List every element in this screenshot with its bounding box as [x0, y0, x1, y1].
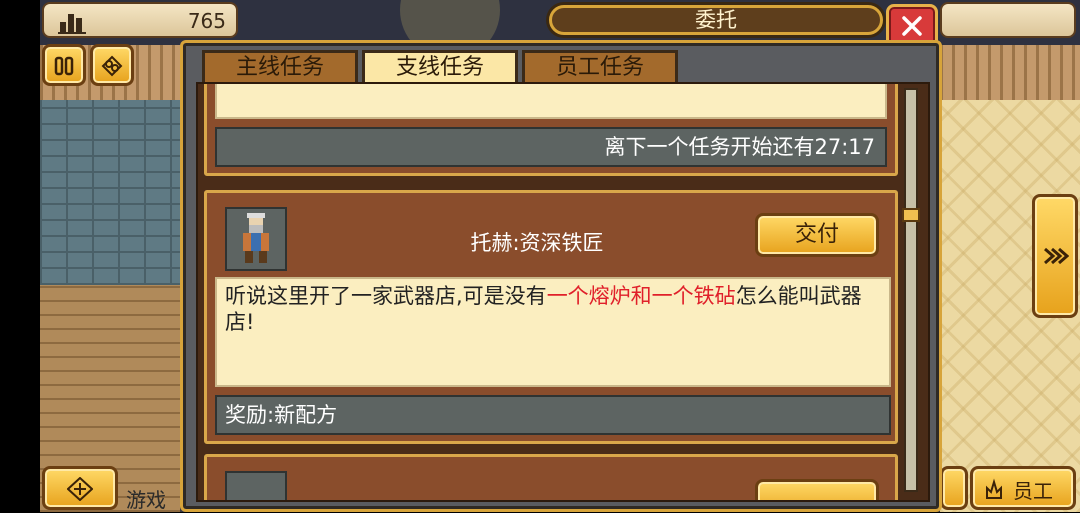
pause-icon	[54, 56, 74, 76]
npc-name: 托赫:资深铁匠	[470, 231, 604, 255]
staff-icon	[986, 478, 1002, 499]
money-display: 765	[42, 2, 238, 38]
expand-button[interactable]	[1032, 194, 1078, 318]
scrollbar-thumb[interactable]	[902, 208, 920, 222]
arrow-right-icon	[1044, 247, 1069, 265]
tab-main-quests[interactable]: 主线任务	[202, 50, 358, 84]
quest-list[interactable]: 离下一个任务开始还有27:17 托赫:资深铁匠 交付 听说这里开了一家武器店,可…	[196, 82, 930, 502]
staff-label: 员工	[1013, 479, 1053, 503]
wall-right	[940, 45, 1080, 100]
move-button[interactable]	[42, 466, 118, 510]
blacksmith-avatar-icon	[243, 213, 269, 263]
quest-reward: 奖励:新配方	[215, 395, 891, 435]
next-quest-timer: 离下一个任务开始还有27:17	[215, 127, 887, 167]
tab-staff-quests[interactable]: 员工任务	[522, 50, 678, 84]
tab-label: 主线任务	[235, 55, 324, 80]
pause-button[interactable]	[42, 44, 86, 86]
quest-card-next	[204, 454, 898, 500]
move-icon	[67, 477, 93, 501]
quest-card-prev: 离下一个任务开始还有27:17	[204, 84, 898, 176]
dialog-title-bar: 委托	[546, 2, 886, 38]
desc-highlight: 一个熔炉和一个铁砧	[546, 284, 736, 308]
npc-portrait	[225, 471, 287, 500]
money-value: 765	[187, 9, 226, 33]
close-icon	[902, 16, 922, 36]
view-icon	[101, 55, 123, 77]
scrollbar-track[interactable]	[904, 88, 918, 492]
dialog-title: 委托	[549, 5, 883, 35]
tab-label: 员工任务	[555, 55, 644, 80]
tab-side-quests[interactable]: 支线任务	[362, 50, 518, 84]
deliver-button[interactable]: 交付	[755, 213, 879, 257]
quest-description: 听说这里开了一家武器店,可是没有一个熔炉和一个铁砧怎么能叫武器店!	[215, 277, 891, 387]
staff-button[interactable]: 员工	[970, 466, 1076, 510]
left-edge-button[interactable]	[940, 466, 968, 510]
tab-label: 支线任务	[395, 55, 484, 80]
stats-icon	[58, 14, 86, 34]
bottom-hint: 游戏	[126, 488, 166, 512]
npc-portrait	[225, 207, 287, 271]
view-button[interactable]	[90, 44, 134, 86]
stone-floor	[40, 100, 180, 285]
deliver-label: 交付	[794, 222, 839, 247]
quest-card: 托赫:资深铁匠 交付 听说这里开了一家武器店,可是没有一个熔炉和一个铁砧怎么能叫…	[204, 190, 898, 444]
quest-desc-box	[215, 84, 887, 119]
desc-text: 听说这里开了一家武器店,可是没有	[225, 284, 547, 308]
resource-display-right	[940, 2, 1076, 38]
deliver-button[interactable]	[755, 479, 879, 500]
